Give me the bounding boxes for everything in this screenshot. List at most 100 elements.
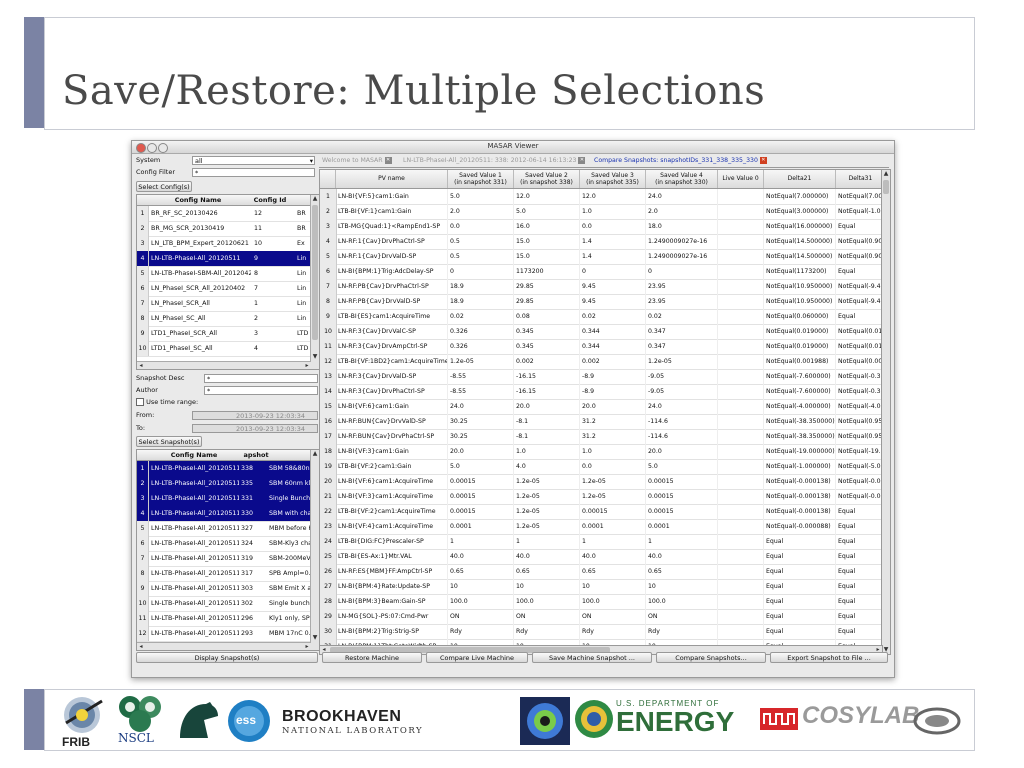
compare-row[interactable]: 13 LN-RF:3{Cav}DrvValD-SP -8.55 -16.15 -8.9-… <box>320 369 882 385</box>
export-snapshot-button[interactable]: Export Snapshot to File ... <box>770 652 888 663</box>
compare-row[interactable]: 17 LN-RF:BUN{Cav}DrvPhaCtrl-SP 30.25 -8.1 31… <box>320 429 882 445</box>
compare-row[interactable]: 20 LN-BI{VF:6}cam1:AcquireTime 0.00015 1.2e… <box>320 474 882 490</box>
scroll-up-icon[interactable]: ▲ <box>311 450 319 458</box>
delta21-header[interactable]: Delta21 <box>764 170 836 188</box>
saved-value-4-header[interactable]: Saved Value 4 (in snapshot 330) <box>646 170 718 188</box>
tab-welcome[interactable]: Welcome to MASAR ✕ <box>322 156 392 166</box>
close-tab-icon[interactable]: ✕ <box>578 156 586 164</box>
compare-row[interactable]: 25 LTB-BI{ES-Ax:1}Mtr.VAL 40.0 40.0 40.0 40.0… <box>320 549 882 565</box>
save-machine-snapshot-button[interactable]: Save Machine Snapshot ... <box>532 652 652 663</box>
compare-row[interactable]: 5 LN-RF:1{Cav}DrvValD-SP 0.5 15.0 1.4 1.24900… <box>320 249 882 265</box>
compare-live-machine-button[interactable]: Compare Live Machine <box>426 652 528 663</box>
config-table-row[interactable]: 2 BR_MG_SCR_20130419 11 BR <box>137 221 311 237</box>
compare-row[interactable]: 18 LN-BI{VF:3}cam1:Gain 20.0 1.0 1.0 20.0 NotE… <box>320 444 882 460</box>
snapshot-table-row[interactable]: 1 LN-LTB-PhaseI-All_20120511 338 SBM 58&80n <box>137 461 311 477</box>
author-input[interactable]: * <box>204 386 318 395</box>
snapshot-table-row[interactable]: 2 LN-LTB-PhaseI-All_20120511 335 SBM 60nm k… <box>137 476 311 492</box>
snapshot-id-header[interactable]: apshot <box>241 450 271 460</box>
snapshot-table-row[interactable]: 11 LN-LTB-PhaseI-All_20120511 296 Kly1 only… <box>137 611 311 627</box>
compare-row[interactable]: 4 LN-RF:1{Cav}DrvPhaCtrl-SP 0.5 15.0 1.4 1.24… <box>320 234 882 250</box>
snapshot-table-row[interactable]: 4 LN-LTB-PhaseI-All_20120511 330 SBM with c… <box>137 506 311 522</box>
saved-value-3-header[interactable]: Saved Value 3 (in snapshot 335) <box>580 170 646 188</box>
scroll-right-icon[interactable]: ▸ <box>303 643 311 650</box>
live-value-header[interactable]: Live Value 0 <box>718 170 764 188</box>
scroll-thumb[interactable] <box>883 180 889 194</box>
compare-row[interactable]: 29 LN-MG{SOL}-PS:07:Cmd-Pwr ON ON ON ON Equal E… <box>320 609 882 625</box>
snapshot-table-row[interactable]: 6 LN-LTB-PhaseI-All_20120511 324 SBM-Kly3 c… <box>137 536 311 552</box>
config-table-row[interactable]: 3 LN_LTB_BPM_Expert_20120621 10 Ex <box>137 236 311 252</box>
saved-value-2-header[interactable]: Saved Value 2 (in snapshot 338) <box>514 170 580 188</box>
config-name-header[interactable]: Config Name <box>151 195 245 205</box>
snapshot-table-row[interactable]: 8 LN-LTB-PhaseI-All_20120511 317 SPB Ampl=0… <box>137 566 311 582</box>
compare-row[interactable]: 26 LN-RF:ES{MBM}FF:AmpCtrl-SP 0.65 0.65 0.65… <box>320 564 882 580</box>
compare-row[interactable]: 16 LN-RF:BUN{Cav}DrvValD-SP 30.25 -8.1 31.2-… <box>320 414 882 430</box>
compare-row[interactable]: 22 LTB-BI{VF:2}cam1:AcquireTime 0.00015 1.2… <box>320 504 882 520</box>
compare-row[interactable]: 8 LN-RF:PB{Cav}DrvValD-SP 18.9 29.85 9.45 23.… <box>320 294 882 310</box>
snapshot-table-vscroll[interactable]: ▲ ▼ <box>310 450 319 650</box>
compare-row[interactable]: 30 LN-BI{BPM:2}Trig:Strig-SP Rdy Rdy Rdy Rdy E… <box>320 624 882 640</box>
from-datetime-field[interactable]: 2013-09-23 12:03:34 <box>192 411 318 420</box>
compare-snapshots-button[interactable]: Compare Snapshots... <box>656 652 766 663</box>
compare-row[interactable]: 19 LTB-BI{VF:2}cam1:Gain 5.0 4.0 0.0 5.0 NotEq… <box>320 459 882 475</box>
select-snapshots-button[interactable]: Select Snapshot(s) <box>136 436 202 447</box>
compare-row[interactable]: 12 LTB-BI{VF:1BD2}cam1:AcquireTime 1.2e-05… <box>320 354 882 370</box>
scroll-left-icon[interactable]: ◂ <box>137 362 145 369</box>
compare-row[interactable]: 14 LN-RF:3{Cav}DrvPhaCtrl-SP -8.55 -16.15 -8… <box>320 384 882 400</box>
scroll-up-icon[interactable]: ▲ <box>311 195 319 203</box>
tab-compare-snapshots[interactable]: Compare Snapshots: snapshotIDs_331_338_3… <box>594 156 767 166</box>
compare-row[interactable]: 2 LTB-BI{VF:1}cam1:Gain 2.0 5.0 1.0 2.0 NotEqu… <box>320 204 882 220</box>
pv-name-header[interactable]: PV name <box>336 170 448 188</box>
tab-snapshot-338[interactable]: LN-LTB-PhaseI-All_20120511: 338: 2012-06… <box>403 156 586 166</box>
restore-machine-button[interactable]: Restore Machine <box>322 652 422 663</box>
config-table-row[interactable]: 9 LTD1_PhaseI_SCR_All 3 LTD <box>137 326 311 342</box>
compare-row[interactable]: 6 LN-BI{BPM:1}Trig:AdcDelay-SP 0 1173200 0 0 N… <box>320 264 882 280</box>
config-table-row[interactable]: 7 LN_PhaseI_SCR_All 1 Lin <box>137 296 311 312</box>
saved-value-1-header[interactable]: Saved Value 1 (in snapshot 331) <box>448 170 514 188</box>
config-filter-input[interactable]: * <box>192 168 315 177</box>
close-tab-icon[interactable]: ✕ <box>759 156 767 164</box>
snapshot-table-row[interactable]: 5 LN-LTB-PhaseI-All_20120511 327 MBM before… <box>137 521 311 537</box>
to-datetime-field[interactable]: 2013-09-23 12:03:34 <box>192 424 318 433</box>
snapshot-table-row[interactable]: 10 LN-LTB-PhaseI-All_20120511 302 Single bu… <box>137 596 311 612</box>
system-select[interactable]: all ▾ <box>192 156 315 165</box>
config-table-row[interactable]: 6 LN_PhaseI_SCR_All_20120402 7 Lin <box>137 281 311 297</box>
use-time-range-checkbox[interactable] <box>136 398 144 406</box>
scroll-left-icon[interactable]: ◂ <box>137 643 145 650</box>
config-table-vscroll[interactable]: ▲ ▼ <box>310 195 319 369</box>
scroll-down-icon[interactable]: ▼ <box>311 353 319 361</box>
compare-row[interactable]: 10 LN-RF:3{Cav}DrvValC-SP 0.326 0.345 0.344 0… <box>320 324 882 340</box>
snapshot-table-row[interactable]: 7 LN-LTB-PhaseI-All_20120511 319 SBM-200MeV <box>137 551 311 567</box>
scroll-down-icon[interactable]: ▼ <box>311 634 319 642</box>
compare-row[interactable]: 28 LN-BI{BPM:3}Beam:Gain-SP 100.0 100.0 100.… <box>320 594 882 610</box>
snapshot-table-row[interactable]: 12 LN-LTB-PhaseI-All_20120511 293 MBM 17nC … <box>137 626 311 642</box>
config-table-row[interactable]: 10 LTD1_PhaseI_SC_All 4 LTD <box>137 341 311 357</box>
compare-row[interactable]: 15 LN-BI{VF:6}cam1:Gain 24.0 20.0 20.0 24.0 No… <box>320 399 882 415</box>
config-table-hscroll[interactable]: ◂ ▸ <box>137 361 311 369</box>
compare-row[interactable]: 21 LN-BI{VF:3}cam1:AcquireTime 0.00015 1.2e… <box>320 489 882 505</box>
compare-row[interactable]: 1 LN-BI{VF:5}cam1:Gain 5.0 12.0 12.0 24.0 NotE… <box>320 189 882 205</box>
config-table-row[interactable]: 4 LN-LTB-PhaseI-All_20120511 9 Lin <box>137 251 311 267</box>
snapshot-desc-input[interactable]: * <box>204 374 318 383</box>
config-table-row[interactable]: 1 BR_RF_SC_20130426 12 BR <box>137 206 311 222</box>
config-table-row[interactable]: 8 LN_PhaseI_SC_All 2 Lin <box>137 311 311 327</box>
compare-row[interactable]: 27 LN-BI{BPM:4}Rate:Update-SP 10 10 10 10 Equa… <box>320 579 882 595</box>
delta31-header[interactable]: Delta31 <box>836 170 882 188</box>
scroll-up-icon[interactable]: ▲ <box>882 170 890 178</box>
select-configs-button[interactable]: Select Config(s) <box>136 181 192 192</box>
compare-row[interactable]: 9 LTB-BI{ES}cam1:AcquireTime 0.02 0.08 0.02 0… <box>320 309 882 325</box>
compare-row[interactable]: 23 LN-BI{VF:4}cam1:AcquireTime 0.0001 1.2e-… <box>320 519 882 535</box>
snapshot-table-hscroll[interactable]: ◂ ▸ <box>137 642 311 650</box>
scroll-thumb[interactable] <box>312 205 318 340</box>
compare-row[interactable]: 24 LTB-BI{DIG:FC}Prescaler-SP 1 1 1 1 Equal Equ… <box>320 534 882 550</box>
compare-row[interactable]: 3 LTB-MG{Quad:1}<RampEnd1-SP 0.0 16.0 0.0 18.… <box>320 219 882 235</box>
close-tab-icon[interactable]: ✕ <box>384 156 392 164</box>
config-table-row[interactable]: 5 LN-LTB-PhaseI-SBM-All_20120426 8 Lin <box>137 266 311 282</box>
snapshot-config-name-header[interactable]: Config Name <box>151 450 237 460</box>
scroll-right-icon[interactable]: ▸ <box>303 362 311 369</box>
snapshot-table-row[interactable]: 9 LN-LTB-PhaseI-All_20120511 303 SBM Emit X… <box>137 581 311 597</box>
compare-grid-vscroll[interactable]: ▲ ▼ <box>881 169 891 655</box>
compare-row[interactable]: 7 LN-RF:PB{Cav}DrvPhaCtrl-SP 18.9 29.85 9.45… <box>320 279 882 295</box>
config-id-header[interactable]: Config Id <box>251 195 289 205</box>
display-snapshots-button[interactable]: Display Snapshot(s) <box>136 652 318 663</box>
compare-row[interactable]: 11 LN-RF:3{Cav}DrvAmpCtrl-SP 0.326 0.345 0.3… <box>320 339 882 355</box>
